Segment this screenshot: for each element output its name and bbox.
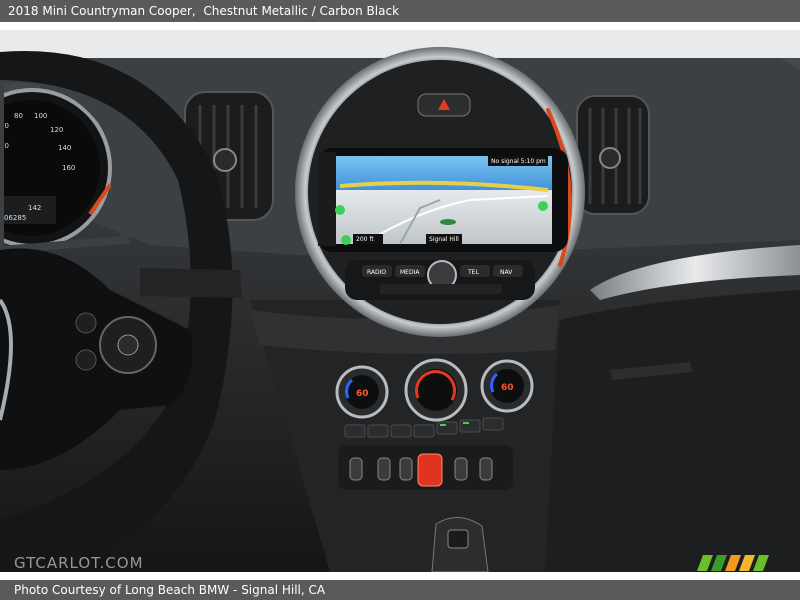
engine-start-toggle bbox=[417, 453, 443, 487]
watermark: GTCARLOT.COM bbox=[14, 554, 144, 572]
right-climate-dial: 60 bbox=[480, 359, 534, 413]
logo-stripe bbox=[711, 555, 727, 571]
brand-logo bbox=[697, 555, 769, 571]
caption-title: 2018 Mini Countryman Cooper, bbox=[8, 4, 196, 18]
screen-left-dot bbox=[335, 205, 345, 215]
status-text: No signal 5:10 pm bbox=[491, 158, 546, 165]
credit-bar: Photo Courtesy of Long Beach BMW - Signa… bbox=[0, 580, 800, 600]
left-temp: 60 bbox=[356, 389, 369, 399]
trip-reading: 142 bbox=[28, 204, 41, 212]
left-vent-knob bbox=[213, 148, 237, 172]
odometer-reading: 06285 bbox=[4, 214, 26, 222]
screen-sidebar bbox=[318, 152, 336, 246]
left-climate-dial: 60 bbox=[335, 365, 389, 419]
radio-button-label: RADIO bbox=[367, 269, 386, 276]
scale-label: 200 ft bbox=[356, 236, 374, 243]
logo-stripe bbox=[697, 555, 713, 571]
screen-bottom-dot bbox=[341, 235, 351, 245]
logo-stripe bbox=[725, 555, 741, 571]
route-chip-label: Signal Hill bbox=[429, 236, 459, 243]
glovebox-panel bbox=[540, 290, 800, 572]
gauge-tick-100: 100 bbox=[34, 112, 47, 120]
logo-stripe bbox=[739, 555, 755, 571]
screen-right-dot bbox=[538, 201, 548, 211]
top-white-stripe bbox=[0, 22, 800, 30]
gauge-tick-140: 140 bbox=[58, 144, 71, 152]
right-temp: 60 bbox=[501, 383, 514, 393]
dashboard-photo: No signal 5:10 pm Signal Hill 200 ft RAD… bbox=[0, 30, 800, 572]
caption-bar: 2018 Mini Countryman Cooper, Chestnut Me… bbox=[0, 0, 800, 22]
media-button-label: MEDIA bbox=[400, 269, 420, 276]
gauge-tick-120: 120 bbox=[50, 126, 63, 134]
center-fan-dial bbox=[404, 358, 468, 422]
wheel-stalk bbox=[140, 268, 242, 298]
bottom-white-stripe bbox=[0, 572, 800, 580]
position-marker bbox=[440, 219, 456, 225]
logo-stripe bbox=[753, 555, 769, 571]
right-vent-knob bbox=[599, 147, 621, 169]
preset-strip bbox=[380, 284, 502, 294]
gauge-tick-160: 160 bbox=[62, 164, 75, 172]
nav-button-label: NAV bbox=[500, 269, 513, 276]
gauge-tick-80: 80 bbox=[14, 112, 23, 120]
gear-selector-button bbox=[447, 529, 469, 549]
tel-button-label: TEL bbox=[467, 269, 479, 276]
caption-subtitle: Chestnut Metallic / Carbon Black bbox=[203, 4, 400, 18]
